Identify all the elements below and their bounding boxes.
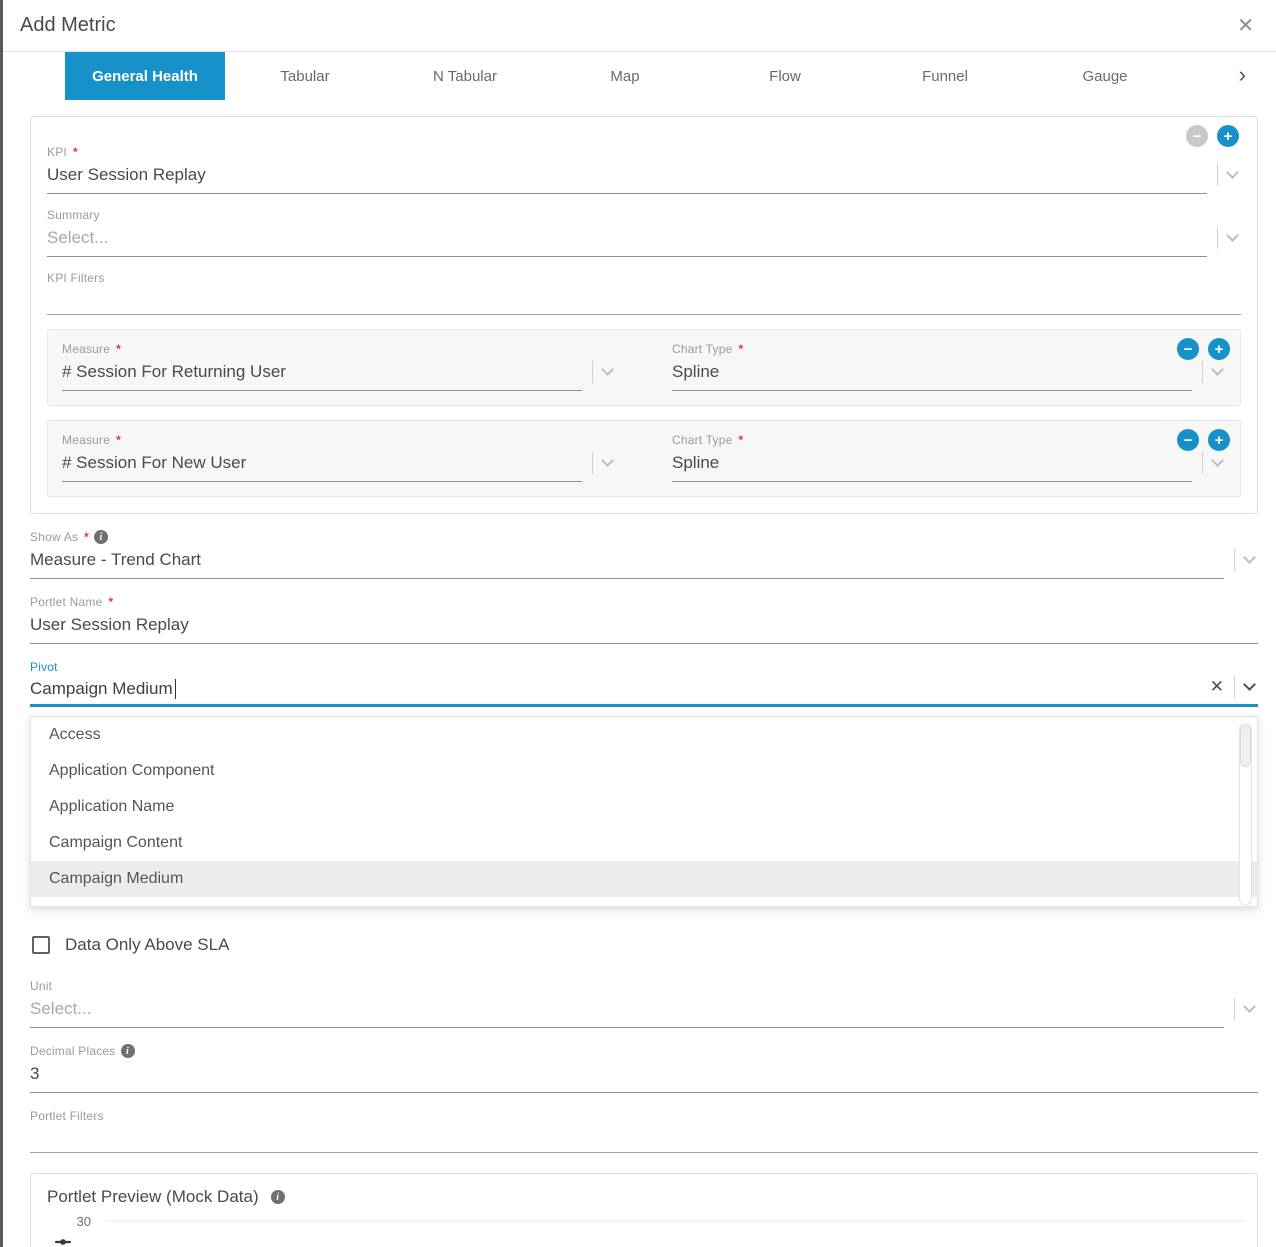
remove-kpi-button[interactable]: − — [1186, 125, 1208, 147]
more-tabs-icon[interactable]: › — [1239, 62, 1246, 88]
dropdown-option[interactable]: Application Component — [31, 753, 1257, 789]
chevron-down-icon[interactable] — [1243, 1000, 1256, 1013]
kpi-filters-label: KPI Filters — [47, 271, 1241, 285]
required-asterisk: * — [73, 145, 78, 159]
info-icon[interactable]: i — [94, 530, 108, 544]
chevron-down-icon[interactable] — [1226, 229, 1239, 242]
dropdown-option[interactable]: Application Name — [31, 789, 1257, 825]
kpi-value[interactable]: User Session Replay — [47, 163, 1207, 194]
chart-type-label: Chart Type* — [672, 342, 1226, 356]
chevron-down-icon[interactable] — [1243, 678, 1256, 691]
pivot-label: Pivot — [30, 660, 1258, 674]
chevron-down-icon[interactable] — [601, 363, 614, 376]
divider — [1217, 164, 1218, 186]
show-as-value[interactable]: Measure - Trend Chart — [30, 548, 1224, 579]
add-measure-button[interactable]: + — [1208, 429, 1230, 451]
pivot-dropdown: Access Application Component Application… — [30, 716, 1258, 907]
add-measure-button[interactable]: + — [1208, 338, 1230, 360]
info-icon[interactable]: i — [271, 1190, 285, 1204]
sla-checkbox-row: Data Only Above SLA — [32, 935, 1258, 955]
chevron-down-icon[interactable] — [1243, 551, 1256, 564]
kpi-field: KPI* User Session Replay — [47, 145, 1241, 194]
kpi-filters-input[interactable] — [47, 285, 1241, 315]
portlet-filters-field: Portlet Filters — [30, 1109, 1258, 1153]
svg-text:30: 30 — [77, 1214, 91, 1229]
kpi-filters-field: KPI Filters — [47, 271, 1241, 315]
unit-label: Unit — [30, 979, 1258, 993]
clear-icon[interactable]: ✕ — [1210, 677, 1224, 697]
text-cursor — [175, 679, 176, 699]
chart-type-field: Chart Type* Spline — [672, 342, 1226, 391]
decimal-places-input[interactable]: 3 — [30, 1062, 1258, 1093]
dropdown-scrollbar[interactable] — [1239, 723, 1252, 905]
decimal-places-field: Decimal Places i 3 — [30, 1044, 1258, 1093]
summary-field: Summary Select... — [47, 208, 1241, 257]
info-icon[interactable]: i — [121, 1044, 135, 1058]
chart-type-value[interactable]: Spline — [672, 451, 1192, 482]
dropdown-option-highlighted[interactable]: Campaign Medium — [31, 861, 1257, 897]
tab-n-tabular[interactable]: N Tabular — [385, 52, 545, 100]
tab-tabular[interactable]: Tabular — [225, 52, 385, 100]
modal-left-edge — [0, 0, 3, 1247]
chart-type-value[interactable]: Spline — [672, 360, 1192, 391]
kpi-label: KPI* — [47, 145, 1241, 159]
chevron-down-icon[interactable] — [1226, 166, 1239, 179]
measure-value[interactable]: # Session For New User — [62, 451, 582, 482]
tab-map[interactable]: Map — [545, 52, 705, 100]
chevron-down-icon[interactable] — [601, 454, 614, 467]
pivot-input[interactable]: Campaign Medium — [30, 679, 1200, 704]
sla-checkbox-label: Data Only Above SLA — [65, 935, 229, 955]
remove-measure-button[interactable]: − — [1177, 338, 1199, 360]
sla-checkbox[interactable] — [32, 936, 50, 954]
tab-general-health[interactable]: General Health — [65, 52, 225, 100]
close-icon[interactable]: ✕ — [1237, 13, 1254, 38]
decimal-places-label: Decimal Places i — [30, 1044, 1258, 1058]
modal-header: Add Metric ✕ — [0, 0, 1276, 52]
measure-row-2: − + Measure* # Session For New User Char… — [47, 420, 1241, 497]
tab-funnel[interactable]: Funnel — [865, 52, 1025, 100]
summary-label: Summary — [47, 208, 1241, 222]
unit-select[interactable]: Select... — [30, 997, 1224, 1028]
chart-type-label: Chart Type* — [672, 433, 1226, 447]
pivot-field: Pivot Campaign Medium ✕ — [30, 660, 1258, 707]
show-as-field: Show As* i Measure - Trend Chart — [30, 530, 1258, 579]
dropdown-option[interactable]: Campaign Content — [31, 825, 1257, 861]
tab-gauge[interactable]: Gauge — [1025, 52, 1185, 100]
modal-title: Add Metric — [20, 14, 116, 37]
portlet-name-field: Portlet Name* User Session Replay — [30, 595, 1258, 644]
measure-label: Measure* — [62, 433, 616, 447]
portlet-name-label: Portlet Name* — [30, 595, 1258, 609]
chevron-down-icon[interactable] — [1211, 454, 1224, 467]
measure-row-1: − + Measure* # Session For Returning Use… — [47, 329, 1241, 406]
remove-measure-button[interactable]: − — [1177, 429, 1199, 451]
divider — [1217, 227, 1218, 249]
chevron-down-icon[interactable] — [1211, 363, 1224, 376]
portlet-preview-title: Portlet Preview (Mock Data) — [47, 1187, 259, 1207]
portlet-filters-input[interactable] — [30, 1123, 1258, 1153]
dropdown-scrollbar-thumb[interactable] — [1240, 725, 1251, 767]
preview-chart: 302010 — [31, 1214, 1257, 1247]
kpi-group: − + KPI* User Session Replay Summary Sel… — [30, 116, 1258, 514]
measure-label: Measure* — [62, 342, 616, 356]
measure-field: Measure* # Session For Returning User — [62, 342, 616, 391]
dropdown-clipped-option — [31, 897, 1257, 906]
preview-chart-svg: 302010 — [31, 1214, 1257, 1247]
dropdown-option[interactable]: Access — [31, 717, 1257, 753]
add-kpi-button[interactable]: + — [1217, 125, 1239, 147]
portlet-name-input[interactable]: User Session Replay — [30, 613, 1258, 644]
tab-flow[interactable]: Flow — [705, 52, 865, 100]
portlet-filters-label: Portlet Filters — [30, 1109, 1258, 1123]
measure-value[interactable]: # Session For Returning User — [62, 360, 582, 391]
chart-type-field: Chart Type* Spline — [672, 433, 1226, 482]
portlet-preview-card: Portlet Preview (Mock Data) i 302010 — [30, 1173, 1258, 1247]
tab-bar: General Health Tabular N Tabular Map Flo… — [0, 52, 1276, 100]
measure-field: Measure* # Session For New User — [62, 433, 616, 482]
show-as-label: Show As* i — [30, 530, 1258, 544]
unit-field: Unit Select... — [30, 979, 1258, 1028]
summary-select[interactable]: Select... — [47, 226, 1207, 257]
